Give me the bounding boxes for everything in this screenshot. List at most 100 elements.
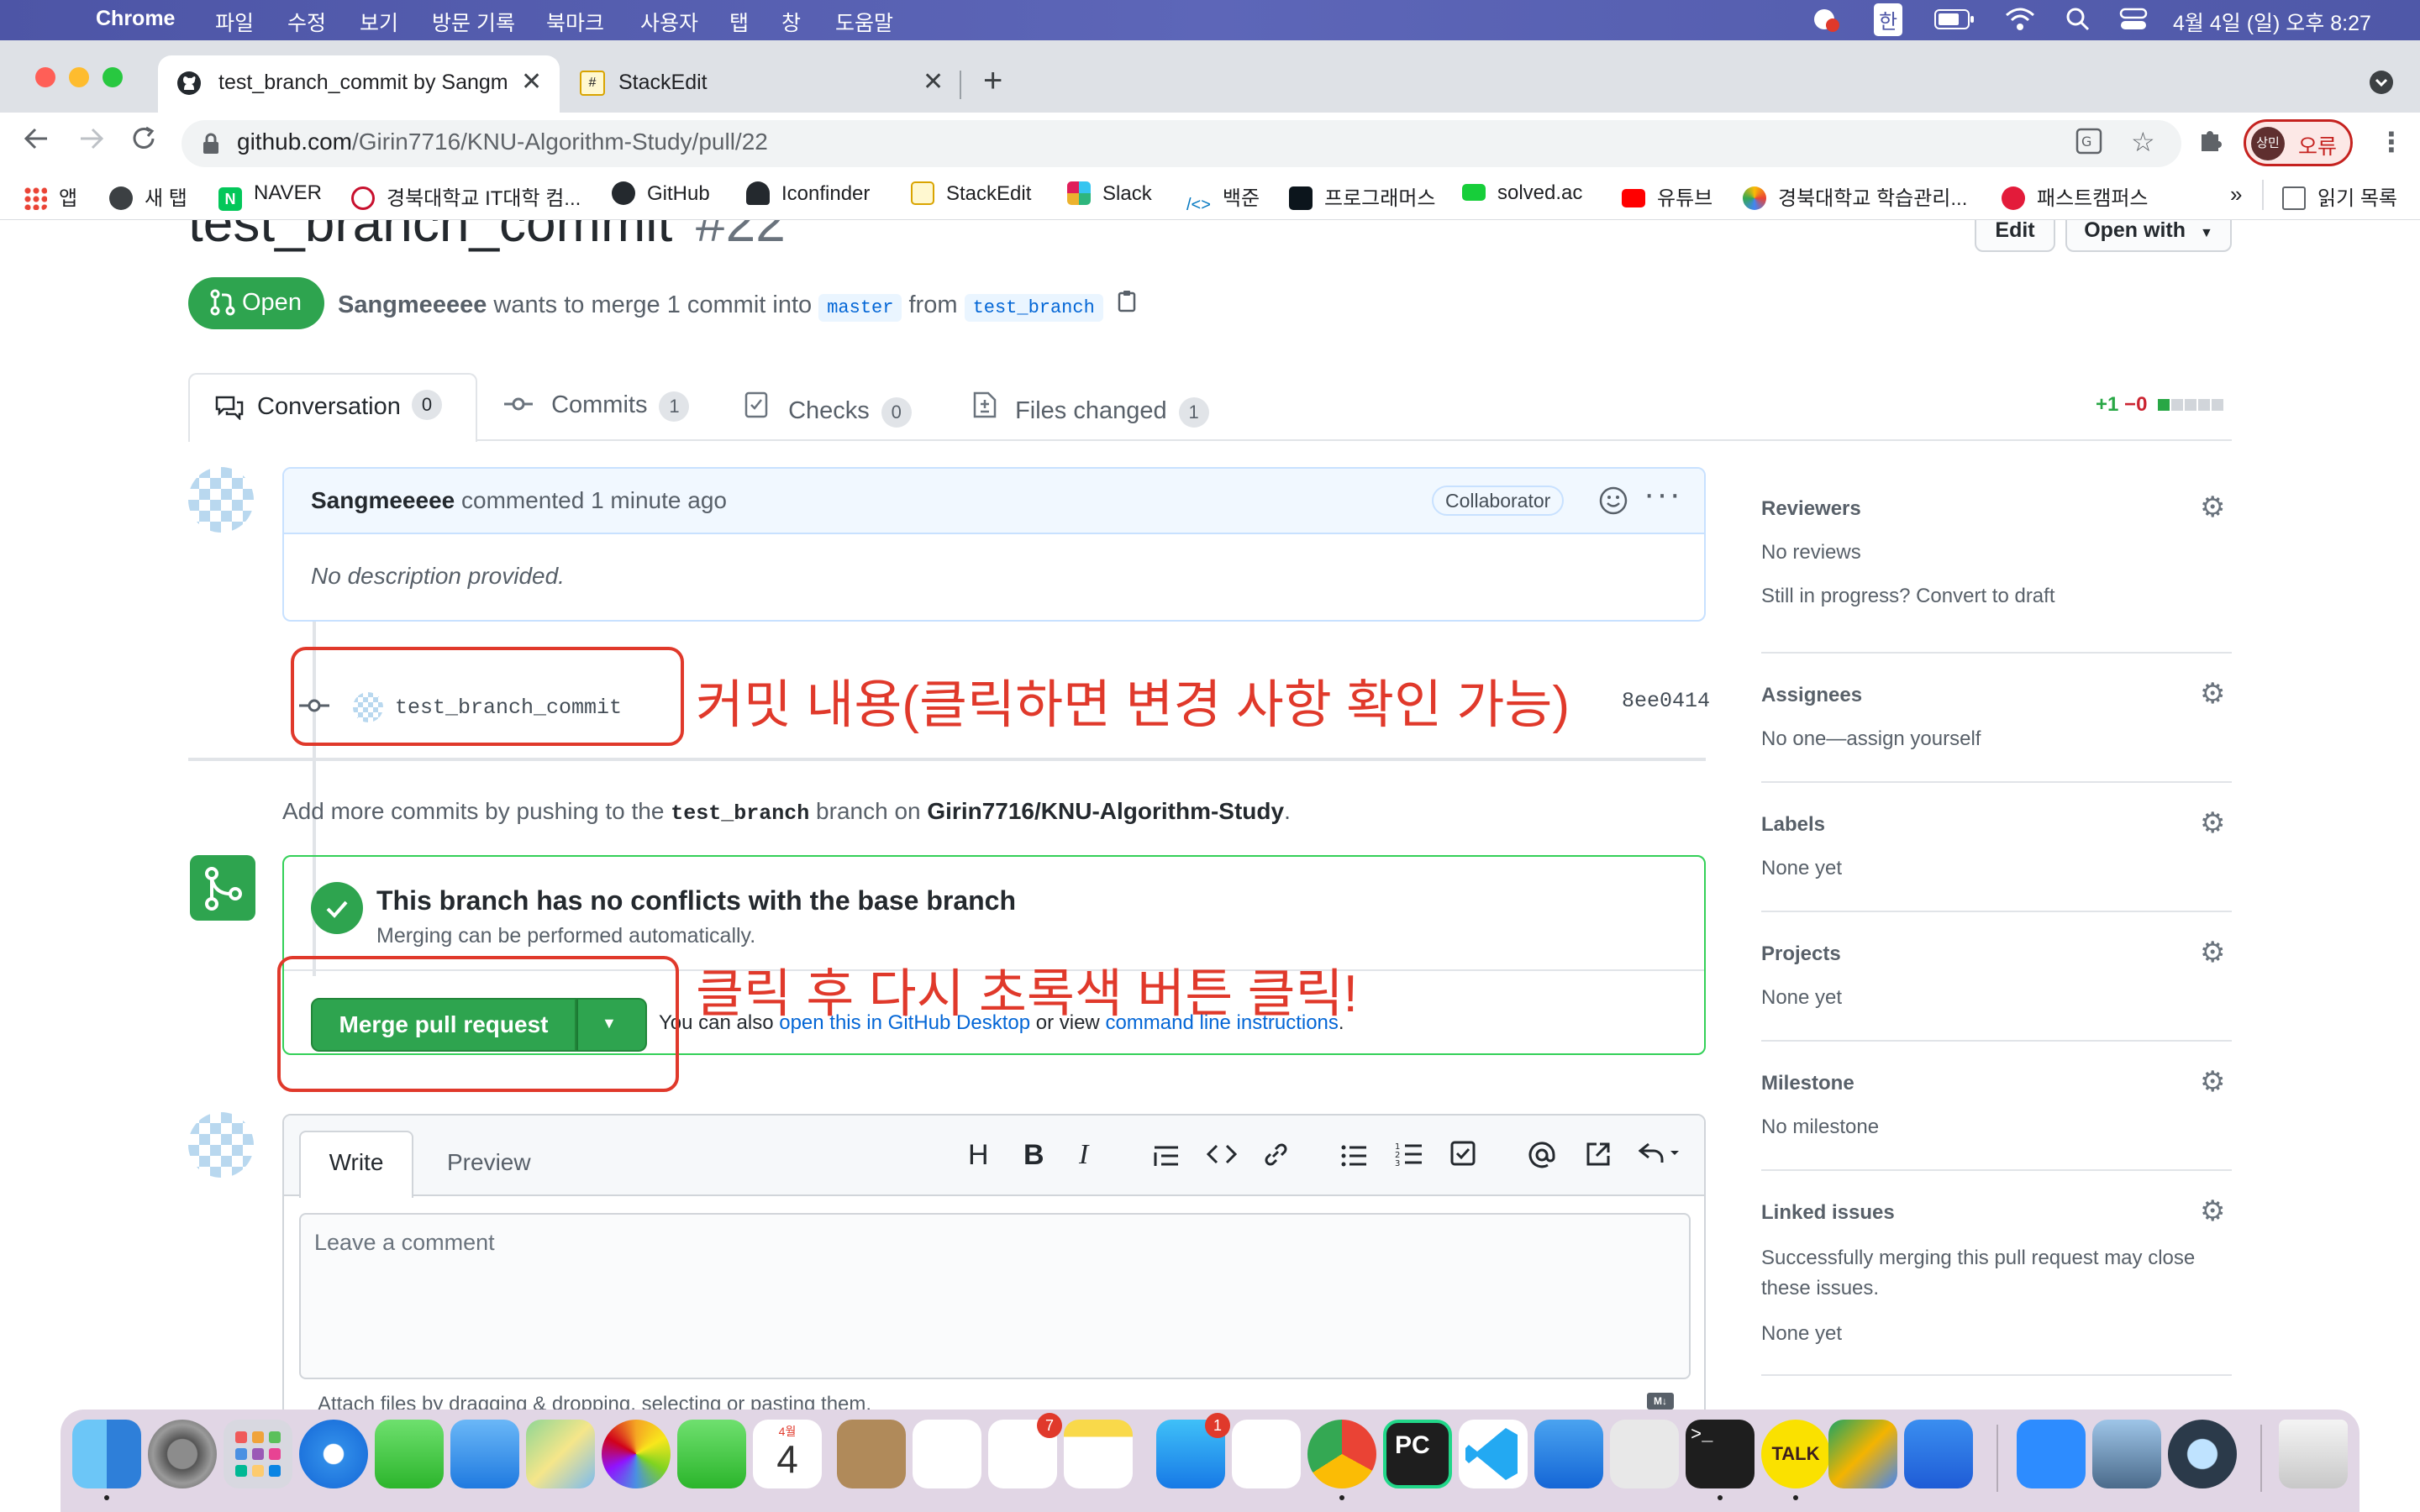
menu-tab[interactable]: 탭 <box>729 7 749 37</box>
reading-list-button[interactable]: 읽기 목록 <box>2282 181 2397 211</box>
reload-icon[interactable] <box>129 124 158 160</box>
pencil-app-icon[interactable] <box>1904 1420 1973 1488</box>
app-store-icon[interactable]: 1 <box>1156 1413 1230 1488</box>
convert-to-draft-link[interactable]: Still in progress? Convert to draft <box>1761 585 2055 608</box>
markdown-icon[interactable]: M↓ <box>1647 1393 1674 1410</box>
menu-history[interactable]: 방문 기록 <box>432 7 515 37</box>
whale-browser-icon[interactable] <box>1232 1420 1301 1488</box>
window-close-button[interactable] <box>35 67 55 87</box>
mail-icon[interactable] <box>450 1420 519 1488</box>
notification-status-icon[interactable] <box>1812 5 1840 39</box>
bookmark-stackedit[interactable]: StackEdit <box>911 181 1031 206</box>
launchpad-icon[interactable] <box>224 1420 292 1488</box>
wifi-icon[interactable] <box>2005 7 2035 38</box>
menubar-clock[interactable]: 4월 4일 (일) 오후 8:27 <box>2173 7 2371 37</box>
menu-file[interactable]: 파일 <box>215 7 254 37</box>
assignees-heading[interactable]: Assignees <box>1761 684 1862 707</box>
comment-author-link[interactable]: Sangmeeeee <box>311 487 455 513</box>
cross-reference-icon[interactable] <box>1585 1141 1612 1175</box>
labels-heading[interactable]: Labels <box>1761 813 1825 837</box>
heading-icon[interactable]: H <box>968 1139 989 1172</box>
chrome-menu-kebab-icon[interactable]: ⋮ <box>2378 126 2405 158</box>
calendar-icon[interactable]: 4월 4 <box>753 1420 822 1488</box>
add-reaction-smiley-icon[interactable] <box>1598 486 1628 520</box>
commit-sha-link[interactable]: 8ee0414 <box>1622 689 1710 713</box>
labels-gear-icon[interactable]: ⚙ <box>2200 806 2225 840</box>
pycharm-icon[interactable]: PC <box>1383 1420 1452 1488</box>
safari-icon[interactable] <box>299 1420 368 1488</box>
projects-heading[interactable]: Projects <box>1761 942 1841 966</box>
repo-link[interactable]: Girin7716/KNU-Algorithm-Study <box>927 798 1284 824</box>
tab-write[interactable]: Write <box>299 1131 413 1198</box>
photos-icon[interactable] <box>602 1420 671 1488</box>
bookmark-baekjoon[interactable]: /<> 백준 <box>1186 181 1260 219</box>
code-icon[interactable] <box>1206 1141 1238 1173</box>
terminal-icon[interactable]: >_ <box>1686 1420 1754 1488</box>
forward-arrow-icon[interactable] <box>77 124 106 160</box>
tab-files-changed[interactable]: Files changed 1 <box>973 391 1209 428</box>
translate-icon[interactable]: G <box>2075 128 2102 161</box>
tab-github-pr[interactable]: test_branch_commit by Sangm ✕ <box>158 55 560 113</box>
comment-timestamp[interactable]: 1 minute ago <box>591 487 727 513</box>
textedit-icon[interactable] <box>913 1420 981 1488</box>
notes-icon[interactable] <box>1064 1420 1133 1488</box>
quicktime-icon[interactable] <box>2168 1420 2237 1488</box>
menu-view[interactable]: 보기 <box>360 7 398 37</box>
reviewers-heading[interactable]: Reviewers <box>1761 497 1861 521</box>
contacts-icon[interactable] <box>837 1420 906 1488</box>
preview-icon[interactable] <box>2092 1420 2161 1488</box>
saved-replies-icon[interactable] <box>1638 1141 1682 1173</box>
open-with-button[interactable]: Open with ▼ <box>2065 220 2232 252</box>
assignees-gear-icon[interactable]: ⚙ <box>2200 677 2225 711</box>
link-icon[interactable] <box>1262 1141 1289 1175</box>
mention-icon[interactable] <box>1528 1141 1556 1177</box>
finder-icon[interactable] <box>72 1420 141 1488</box>
system-preferences-icon[interactable] <box>148 1420 217 1488</box>
menubar-app-name[interactable]: Chrome <box>96 7 175 31</box>
bookmark-fastcampus[interactable]: 패스트캠퍼스 <box>2002 181 2148 211</box>
bookmark-knu-it[interactable]: 경북대학교 IT대학 컴... <box>351 181 581 211</box>
url-text[interactable]: github.com/Girin7716/KNU-Algorithm-Study… <box>237 129 768 155</box>
lock-icon[interactable] <box>202 131 220 162</box>
bookmark-iconfinder[interactable]: Iconfinder <box>746 181 870 206</box>
vscode-icon[interactable] <box>1459 1420 1528 1488</box>
google-docs-stack-icon[interactable] <box>1828 1420 1897 1488</box>
avatar[interactable] <box>188 467 254 533</box>
menu-help[interactable]: 도움말 <box>835 7 893 37</box>
task-list-icon[interactable] <box>1450 1141 1476 1173</box>
messages-icon[interactable] <box>375 1420 444 1488</box>
reviewers-gear-icon[interactable]: ⚙ <box>2200 491 2225 524</box>
chrome-icon[interactable] <box>1307 1420 1376 1488</box>
new-tab-plus-icon[interactable]: + <box>983 62 1002 100</box>
head-branch-label[interactable]: test_branch <box>964 294 1103 322</box>
tab-preview[interactable]: Preview <box>447 1149 531 1176</box>
edit-title-button[interactable]: Edit <box>1975 220 2055 252</box>
bookmark-youtube[interactable]: 유튜브 <box>1622 181 1712 211</box>
bookmark-naver[interactable]: N NAVER <box>218 181 322 211</box>
spotlight-search-icon[interactable] <box>2065 7 2091 38</box>
bookmarks-overflow-chevron-icon[interactable]: » <box>2230 181 2242 207</box>
facetime-icon[interactable] <box>677 1420 746 1488</box>
window-minimize-button[interactable] <box>69 67 89 87</box>
tab-close-icon[interactable]: ✕ <box>923 67 944 97</box>
bookmark-slack[interactable]: Slack <box>1067 181 1152 206</box>
tab-checks[interactable]: Checks 0 <box>744 391 912 428</box>
reminders-icon[interactable]: 7 <box>988 1413 1062 1488</box>
tab-search-icon[interactable] <box>2370 71 2393 94</box>
profile-error-chip[interactable]: 상민 오류 <box>2244 119 2353 166</box>
pr-author-link[interactable]: Sangmeeeee <box>338 291 487 318</box>
window-zoom-button[interactable] <box>103 67 123 87</box>
milestone-heading[interactable]: Milestone <box>1761 1072 1854 1095</box>
zoom-icon[interactable] <box>2017 1420 2086 1488</box>
bold-icon[interactable]: B <box>1023 1139 1044 1172</box>
menu-bookmarks[interactable]: 북마크 <box>546 7 604 37</box>
avatar[interactable] <box>188 1112 254 1178</box>
back-arrow-icon[interactable] <box>22 124 50 160</box>
tab-conversation[interactable]: Conversation 0 <box>188 373 477 442</box>
projects-gear-icon[interactable]: ⚙ <box>2200 936 2225 969</box>
maps-icon[interactable] <box>526 1420 595 1488</box>
comment-textarea[interactable]: Leave a comment <box>299 1213 1691 1379</box>
tab-close-icon[interactable]: ✕ <box>521 67 542 97</box>
bookmark-new-tab[interactable]: 새 탭 <box>109 181 187 211</box>
linked-issues-gear-icon[interactable]: ⚙ <box>2200 1194 2225 1228</box>
